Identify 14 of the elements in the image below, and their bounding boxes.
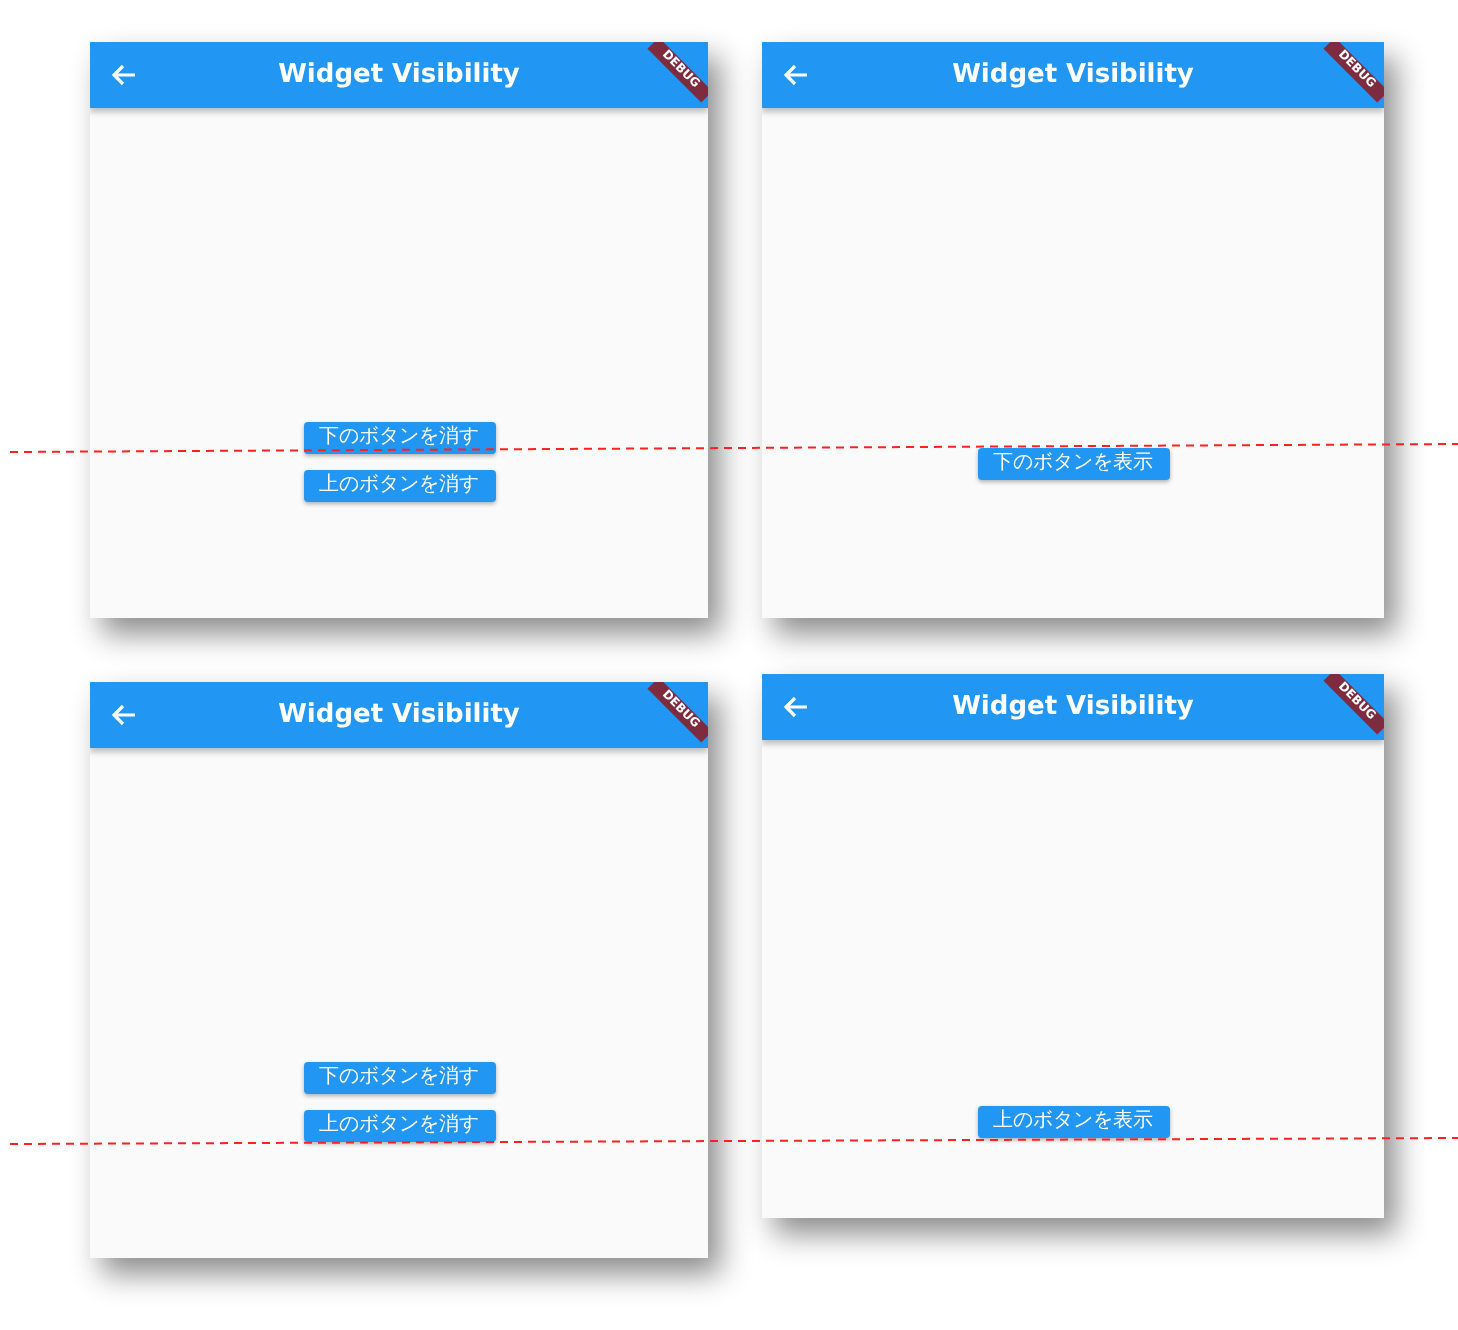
app-title: Widget Visibility <box>278 60 520 90</box>
action-button[interactable]: 上のボタンを消す <box>303 470 495 502</box>
action-button[interactable]: 下のボタンを表示 <box>977 448 1169 480</box>
action-button[interactable]: 下のボタンを消す <box>303 1062 495 1094</box>
back-arrow-icon[interactable] <box>784 696 808 718</box>
back-arrow-icon[interactable] <box>784 64 808 86</box>
back-arrow-icon[interactable] <box>112 64 136 86</box>
action-button[interactable]: 上のボタンを消す <box>303 1110 495 1142</box>
action-button[interactable]: 下のボタンを消す <box>303 422 495 454</box>
app-title: Widget Visibility <box>278 700 520 730</box>
action-button[interactable]: 上のボタンを表示 <box>977 1106 1169 1138</box>
app-title: Widget Visibility <box>952 692 1194 722</box>
app-title: Widget Visibility <box>952 60 1194 90</box>
back-arrow-icon[interactable] <box>112 704 136 726</box>
